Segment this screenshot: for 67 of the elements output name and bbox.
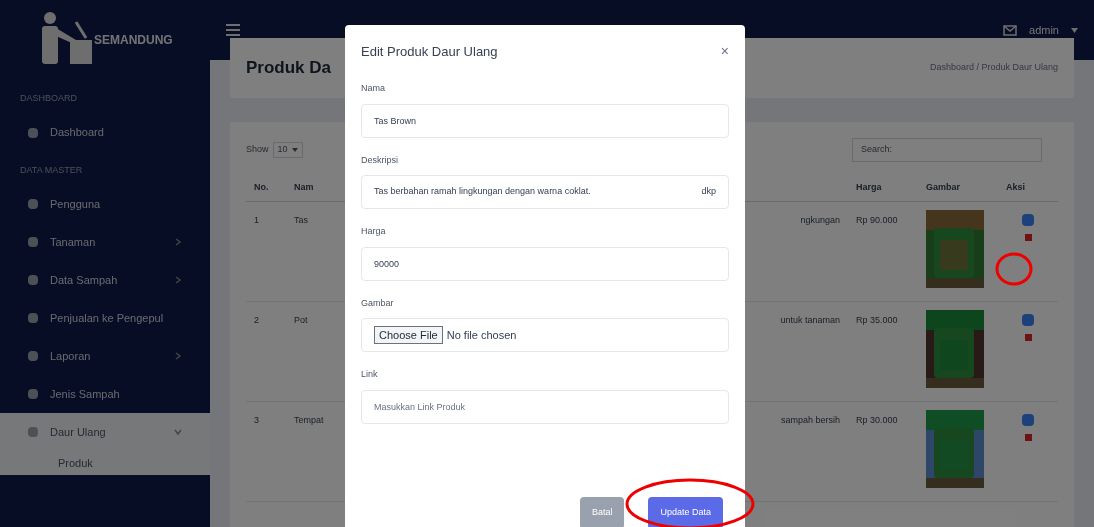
show-label: Show bbox=[246, 143, 269, 156]
delete-icon[interactable] bbox=[1024, 434, 1032, 441]
section-heading: DATA MASTER bbox=[19, 163, 84, 177]
table-cell: Rp 35.000 bbox=[856, 315, 898, 325]
menu-item-icon bbox=[28, 199, 38, 209]
textarea-field[interactable]: Tas berbahan ramah lingkungan dengan warna coklat. dkp bbox=[361, 175, 729, 209]
field-label: Nama bbox=[361, 82, 386, 95]
field-label: Gambar bbox=[361, 296, 395, 310]
highlight-circle bbox=[995, 252, 1033, 286]
menu-item-icon bbox=[28, 351, 38, 361]
mail-icon[interactable] bbox=[1003, 24, 1018, 36]
column-header[interactable]: Gambar bbox=[918, 173, 998, 202]
caret-icon[interactable] bbox=[1071, 27, 1078, 33]
menu-item-icon bbox=[28, 275, 38, 285]
sidebar-item[interactable]: Laporan bbox=[0, 337, 210, 375]
page-title: Produk Da bbox=[246, 57, 332, 80]
sidebar-item[interactable]: Penjualan ke Pengepul bbox=[0, 299, 210, 337]
menu-item-icon bbox=[28, 313, 38, 323]
close-button[interactable]: × bbox=[720, 41, 729, 62]
breadcrumb: Dashboard / Produk Daur Ulang bbox=[929, 61, 1058, 75]
table-cell: 3 bbox=[254, 415, 259, 425]
file-field[interactable]: Choose File No file chosen bbox=[361, 318, 729, 352]
sidebar-item[interactable]: Data Sampah bbox=[0, 261, 210, 299]
sidebar-item[interactable]: Jenis Sampah bbox=[0, 375, 210, 413]
sidebar-item[interactable]: Dashboard bbox=[0, 113, 210, 152]
sidebar-item[interactable]: Tanaman bbox=[0, 223, 210, 261]
section-heading: DASHBOARD bbox=[19, 92, 78, 105]
edit-icon[interactable] bbox=[1022, 214, 1034, 226]
field-label: Harga bbox=[361, 225, 387, 238]
table-cell-text: untuk tanaman bbox=[780, 314, 840, 327]
user-menu[interactable]: admin bbox=[1029, 21, 1059, 39]
submenu-item[interactable]: Produk bbox=[58, 454, 93, 472]
input-field[interactable]: 90000 bbox=[361, 246, 729, 281]
menu-item-icon bbox=[28, 389, 38, 399]
cancel-button[interactable]: Batal bbox=[579, 497, 625, 527]
table-cell: 1 bbox=[254, 215, 259, 225]
update-button[interactable]: Update Data bbox=[648, 497, 723, 527]
dialog-title: Edit Produk Daur Ulang bbox=[361, 42, 498, 61]
caret-icon[interactable] bbox=[291, 147, 298, 152]
edit-icon[interactable] bbox=[1022, 414, 1034, 426]
page-size-select[interactable]: 10 bbox=[272, 142, 303, 158]
table-cell-text: Tas bbox=[294, 214, 308, 227]
menu-item-icon bbox=[28, 237, 38, 247]
column-header[interactable]: Aksi bbox=[998, 173, 1058, 202]
field-label: Link bbox=[361, 368, 379, 381]
menu-item-icon bbox=[28, 427, 38, 437]
input-field[interactable]: Tas Brown bbox=[361, 103, 729, 138]
sidebar-item[interactable]: Daur Ulang bbox=[0, 413, 210, 451]
search-field[interactable]: Search: bbox=[852, 138, 1042, 162]
delete-icon[interactable] bbox=[1024, 234, 1032, 241]
table-cell: Rp 30.000 bbox=[856, 415, 898, 425]
table-cell-text: sampah bersih bbox=[780, 414, 840, 427]
input-field[interactable]: Masukkan Link Produk bbox=[361, 389, 729, 424]
brand-name: SEMANDUNG bbox=[94, 32, 173, 49]
menu-item-icon bbox=[28, 127, 38, 138]
sidebar-item[interactable]: Pengguna bbox=[0, 185, 210, 223]
table-cell-text: Tempat bbox=[294, 414, 324, 427]
menu-icon[interactable] bbox=[226, 24, 240, 36]
table-cell: 2 bbox=[254, 315, 259, 325]
delete-icon[interactable] bbox=[1024, 334, 1032, 341]
table-cell-text: ngkungan bbox=[800, 214, 840, 227]
column-header[interactable]: No. bbox=[246, 173, 286, 202]
field-label: Deskripsi bbox=[361, 153, 399, 167]
table-cell-text: Pot bbox=[294, 314, 308, 327]
column-header[interactable]: Harga bbox=[848, 173, 918, 202]
edit-icon[interactable] bbox=[1022, 314, 1034, 326]
table-cell: Rp 90.000 bbox=[856, 215, 898, 225]
